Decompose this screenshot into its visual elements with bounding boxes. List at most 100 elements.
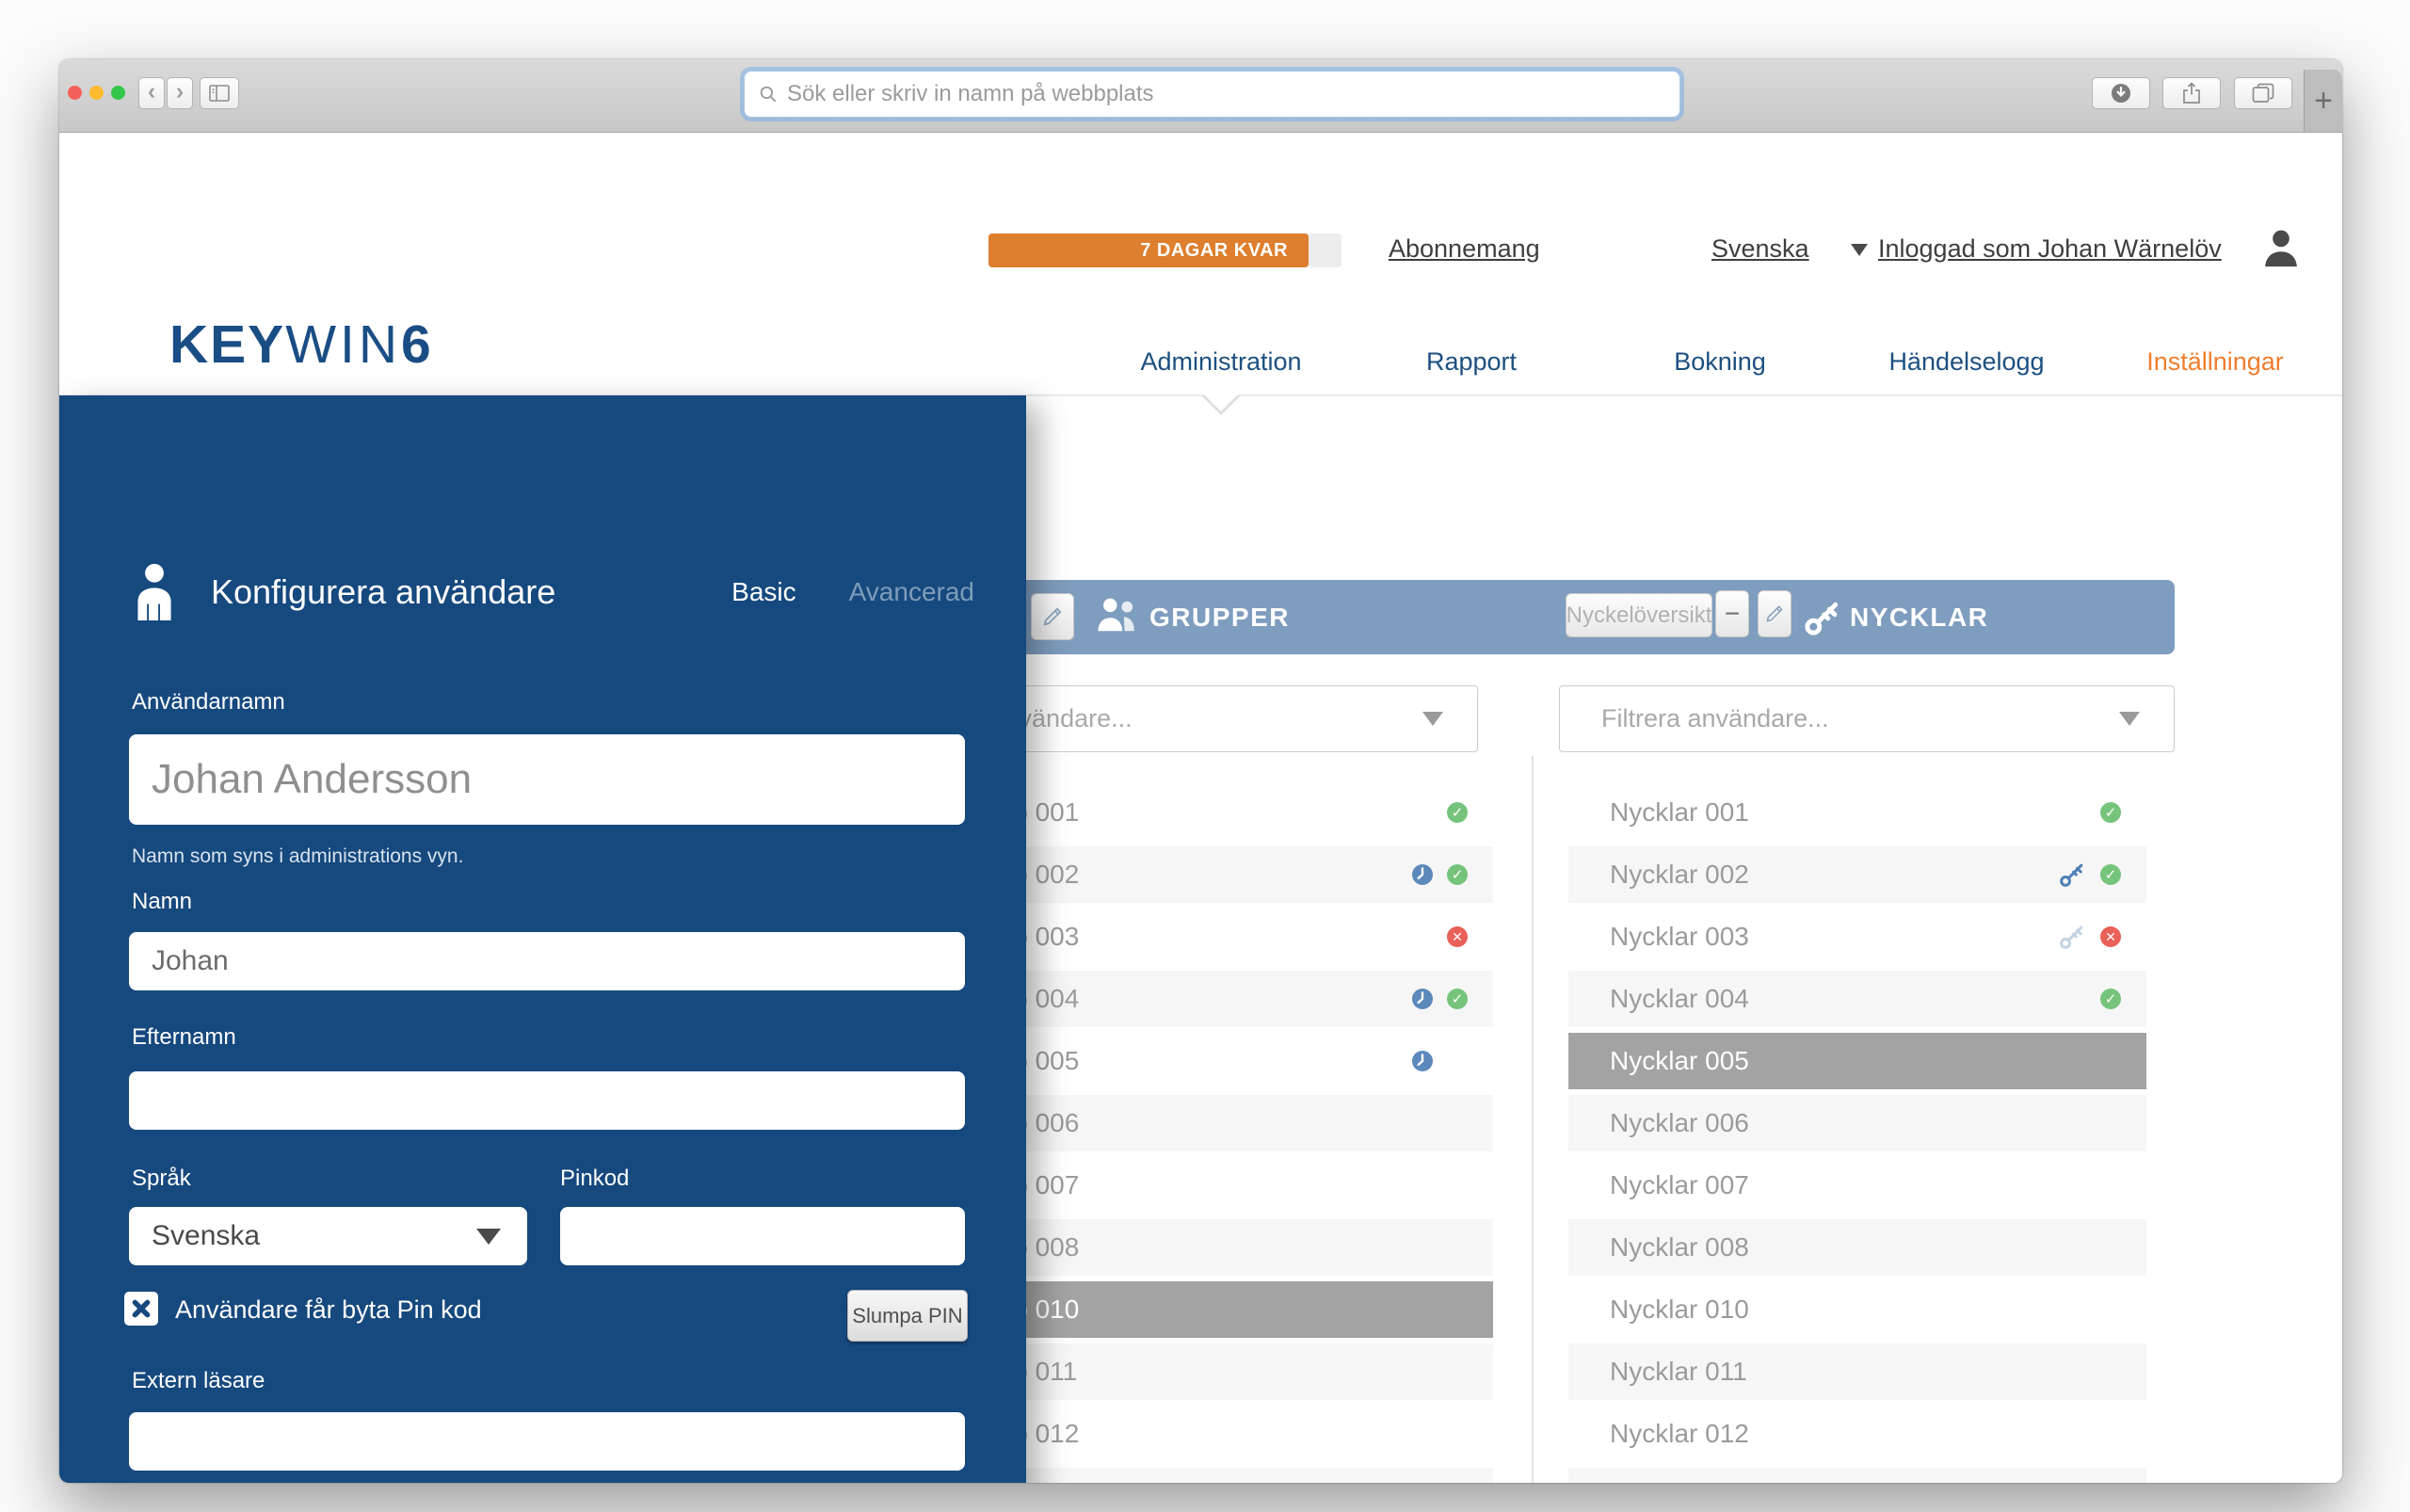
status-clock-icon	[1412, 989, 1433, 1009]
status-key-icon	[2058, 861, 2086, 889]
logo-part-win: WIN	[285, 314, 402, 375]
list-item[interactable]: Nycklar 010	[1568, 1281, 2146, 1338]
zoom-window-button[interactable]	[111, 86, 125, 100]
list-item[interactable]: Nycklar 001 ✓	[1568, 784, 2146, 841]
share-button[interactable]	[2162, 77, 2221, 109]
address-bar-placeholder: Sök eller skriv in namn på webbplats	[787, 81, 1154, 106]
subscription-link[interactable]: Abonnemang	[1389, 234, 1540, 264]
search-icon	[758, 84, 779, 105]
configure-user-modal: Konfigurera användare Basic Avancerad An…	[59, 395, 1026, 1483]
status-clock-icon	[1412, 864, 1433, 885]
chevron-left-icon: ‹	[147, 78, 156, 105]
list-item-label: Nycklar 012	[1610, 1419, 1749, 1448]
status-check-icon: ✓	[1447, 864, 1468, 885]
username-field[interactable]: Johan Andersson	[129, 734, 965, 825]
download-icon	[2110, 82, 2132, 105]
list-item[interactable]: Nycklar 012	[1568, 1468, 2146, 1483]
logo-part-6: 6	[401, 314, 433, 375]
back-button[interactable]: ‹	[138, 77, 165, 109]
page-content: 7 DAGAR KVAR Abonnemang Svenska Inloggad…	[59, 133, 2342, 1483]
group-icon	[1095, 596, 1140, 635]
forward-button[interactable]: ›	[167, 77, 193, 109]
lastname-label: Efternamn	[132, 1024, 236, 1050]
keys-column-title: NYCKLAR	[1850, 603, 1989, 632]
list-item-label: Nycklar 011	[1610, 1357, 1747, 1386]
edit-groups-button[interactable]	[1031, 593, 1074, 640]
firstname-field[interactable]: Johan	[129, 932, 965, 990]
pencil-icon	[1763, 603, 1786, 625]
keywin-logo[interactable]: KEYWIN6	[169, 314, 433, 376]
trial-days-badge: 7 DAGAR KVAR	[988, 233, 1309, 267]
list-item-label: Nycklar 005	[1610, 1046, 1749, 1075]
keys-list: Nycklar 001 ✓ Nycklar 002 ✓ Nycklar 003 ✕ Nyck…	[1568, 784, 2146, 1483]
nav-bokning[interactable]: Bokning	[1674, 347, 1766, 377]
nav-rapport[interactable]: Rapport	[1426, 347, 1517, 377]
edit-keys-button[interactable]	[1758, 590, 1791, 637]
nav-administration[interactable]: Administration	[1140, 347, 1301, 377]
sidebar-icon	[209, 85, 230, 102]
checkbox-checked-icon	[131, 1298, 152, 1319]
language-select[interactable]: Svenska	[129, 1207, 527, 1265]
status-check-icon: ✓	[2100, 864, 2121, 885]
external-reader-label: Extern läsare	[132, 1368, 265, 1393]
firstname-label: Namn	[132, 889, 193, 914]
tab-overview-button[interactable]	[2234, 77, 2292, 109]
username-value: Johan Andersson	[152, 756, 473, 802]
nav-installningar[interactable]: Inställningar	[2146, 347, 2284, 377]
username-help-text: Namn som syns i administrations vyn.	[132, 845, 464, 867]
pin-label: Pinkod	[560, 1166, 630, 1191]
browser-toolbar: ‹ › Sök eller skriv in namn på webbplats	[59, 59, 2342, 133]
list-item[interactable]: Nycklar 004 ✓	[1568, 971, 2146, 1027]
status-key-pale-icon	[2058, 923, 2086, 951]
key-overview-button[interactable]: Nyckelöversikt	[1566, 593, 1712, 637]
person-icon	[131, 563, 178, 621]
status-check-icon: ✓	[2100, 802, 2121, 823]
list-item[interactable]: Nycklar 012	[1568, 1406, 2146, 1462]
status-clock-icon	[1412, 1051, 1433, 1071]
column-divider	[1532, 756, 1534, 1483]
list-item[interactable]: Nycklar 008	[1568, 1219, 2146, 1276]
active-nav-caret	[1201, 394, 1241, 415]
firstname-value: Johan	[152, 945, 229, 976]
list-item-label: Nycklar 003	[1610, 922, 1749, 951]
logged-in-link[interactable]: Inloggad som Johan Wärnelöv	[1878, 234, 2222, 264]
list-item[interactable]: Nycklar 002 ✓	[1568, 846, 2146, 903]
tab-basic[interactable]: Basic	[731, 577, 795, 607]
trial-progress-track: 7 DAGAR KVAR	[988, 233, 1342, 267]
sidebar-button[interactable]	[200, 77, 239, 109]
remove-key-button[interactable]: −	[1715, 590, 1749, 637]
groups-column-title: GRUPPER	[1149, 603, 1290, 632]
tabs-icon	[2252, 83, 2274, 104]
pin-change-checkbox[interactable]	[124, 1292, 158, 1326]
keys-filter-dropdown[interactable]: Filtrera användare...	[1559, 685, 2175, 752]
keys-filter-placeholder: Filtrera användare...	[1601, 704, 1829, 732]
downloads-button[interactable]	[2092, 77, 2150, 109]
random-pin-button[interactable]: Slumpa PIN	[847, 1290, 968, 1342]
list-item-label: Nycklar 007	[1610, 1170, 1749, 1199]
close-window-button[interactable]	[68, 86, 82, 100]
minimize-window-button[interactable]	[89, 86, 104, 100]
external-reader-field[interactable]	[129, 1412, 965, 1471]
list-item[interactable]: Nycklar 005	[1568, 1033, 2146, 1089]
chevron-right-icon: ›	[175, 78, 185, 105]
address-bar[interactable]: Sök eller skriv in namn på webbplats	[744, 71, 1680, 118]
list-item-label: Nycklar 006	[1610, 1108, 1749, 1137]
list-item-label: Nycklar 008	[1610, 1232, 1749, 1262]
chevron-down-icon	[1422, 712, 1443, 726]
modal-title: Konfigurera användare	[211, 572, 556, 611]
tab-avancerad[interactable]: Avancerad	[849, 577, 974, 607]
nav-handelselogg[interactable]: Händelselogg	[1888, 347, 2044, 377]
list-item[interactable]: Nycklar 006	[1568, 1095, 2146, 1151]
list-item-label: Nycklar 001	[1610, 797, 1749, 827]
lastname-field[interactable]	[129, 1071, 965, 1130]
language-select-value: Svenska	[152, 1220, 261, 1251]
list-item[interactable]: Nycklar 003 ✕	[1568, 909, 2146, 965]
list-item[interactable]: Nycklar 011	[1568, 1343, 2146, 1400]
chevron-down-icon[interactable]	[1851, 244, 1868, 256]
list-item-label: Nycklar 002	[1610, 860, 1749, 889]
language-dropdown[interactable]: Svenska	[1711, 234, 1809, 264]
user-icon	[2259, 227, 2303, 268]
new-tab-button[interactable]: +	[2304, 70, 2342, 132]
pin-field[interactable]	[560, 1207, 965, 1265]
list-item[interactable]: Nycklar 007	[1568, 1157, 2146, 1214]
